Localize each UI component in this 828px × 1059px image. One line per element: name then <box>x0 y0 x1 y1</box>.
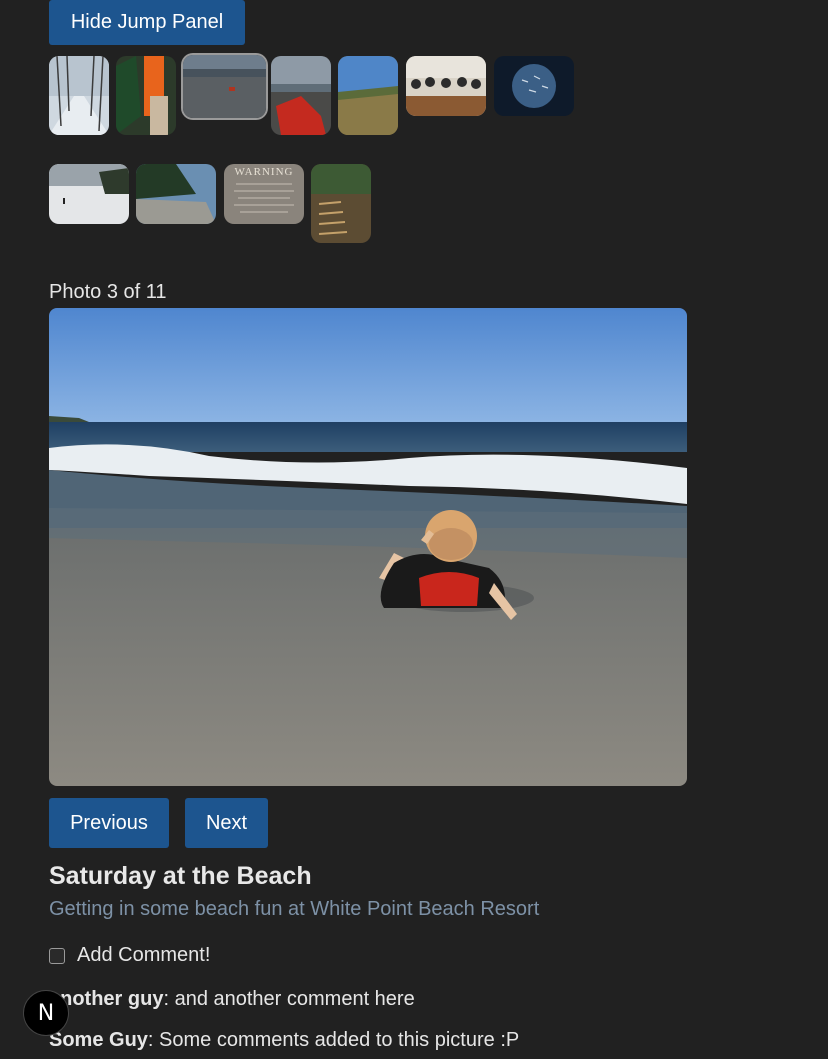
comment-item: another guy: and another comment here <box>49 988 415 1011</box>
next-button[interactable]: Next <box>185 798 268 848</box>
hide-jump-panel-button[interactable]: Hide Jump Panel <box>49 0 245 45</box>
nextjs-dev-badge[interactable]: N <box>23 990 69 1036</box>
thumb-fish-underwater[interactable] <box>494 56 574 116</box>
thumb-warning-sign[interactable]: WARNING <box>224 164 304 224</box>
thumb-forest-stairs[interactable] <box>311 164 371 243</box>
thumb-group-dinner[interactable] <box>406 56 486 116</box>
thumb-orange-jacket-tree[interactable] <box>116 56 176 135</box>
photo-description: Getting in some beach fun at White Point… <box>49 898 540 920</box>
add-comment-label: Add Comment! <box>77 944 211 966</box>
thumb-beach-kid[interactable] <box>183 55 266 118</box>
badge-letter: N <box>37 1000 55 1026</box>
comment-text: : Some comments added to this picture :P <box>147 1029 520 1051</box>
main-photo <box>49 308 687 786</box>
photo-counter: Photo 3 of 11 <box>49 281 167 303</box>
thumb-rocky-shore[interactable] <box>136 164 216 224</box>
thumb-snow-lake[interactable] <box>49 164 129 224</box>
thumb-hill-view[interactable] <box>338 56 398 135</box>
thumb-red-chairs[interactable] <box>271 56 331 135</box>
add-comment-checkbox[interactable] <box>49 947 65 964</box>
comment-author: Some Guy <box>49 1029 148 1051</box>
comment-text: : and another comment here <box>163 988 415 1010</box>
warning-sign-text: WARNING <box>234 166 294 178</box>
comment-item: Some Guy: Some comments added to this pi… <box>49 1029 519 1052</box>
add-comment-toggle[interactable]: Add Comment! <box>49 944 210 967</box>
photo-title: Saturday at the Beach <box>49 862 312 890</box>
previous-button[interactable]: Previous <box>49 798 169 848</box>
thumb-snowy-path[interactable] <box>49 56 109 135</box>
